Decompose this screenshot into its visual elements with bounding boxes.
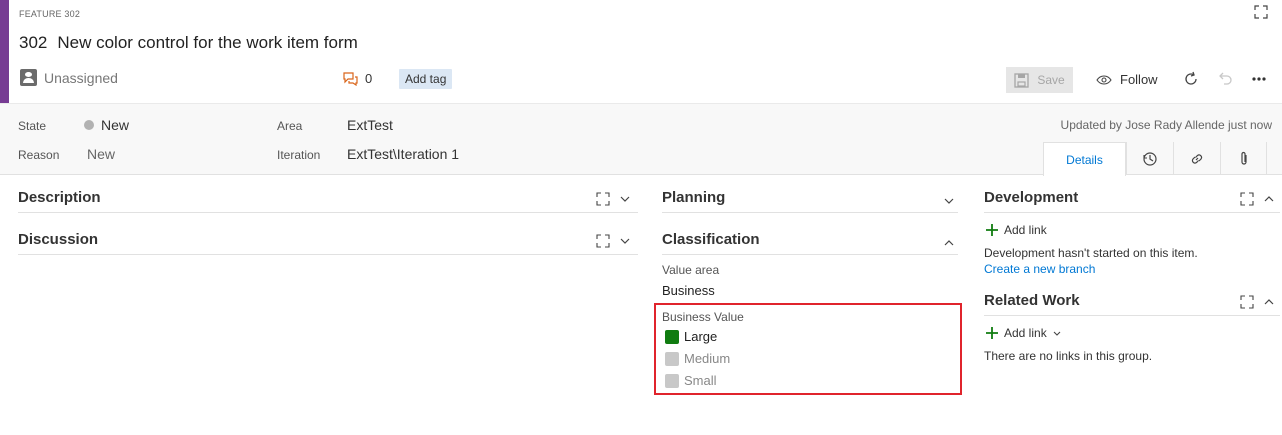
iteration-label: Iteration [277, 148, 321, 162]
related-work-section-controls [1240, 295, 1274, 309]
work-item-type-color-bar [0, 0, 9, 103]
related-work-empty-text: There are no links in this group. [984, 349, 1153, 363]
history-icon [1143, 151, 1157, 166]
plus-icon [986, 224, 998, 236]
state-value: New [101, 117, 130, 133]
comment-count-value: 0 [365, 71, 373, 86]
work-item-type-label: FEATURE 302 [19, 9, 81, 19]
color-swatch [665, 351, 679, 366]
work-item-tabs: Details [1043, 142, 1267, 176]
classification-divider [662, 254, 958, 255]
description-section-title[interactable]: Description [18, 189, 101, 206]
chevron-up-icon[interactable] [1264, 196, 1274, 202]
development-section-controls [1240, 192, 1274, 206]
related-work-divider [984, 315, 1280, 316]
discussion-divider [18, 254, 638, 255]
maximize-icon[interactable] [1240, 295, 1254, 309]
comments-count[interactable]: 0 [343, 71, 372, 86]
avatar-icon [20, 69, 37, 86]
work-item-header: FEATURE 302 302 New color control for the… [0, 0, 1282, 103]
tab-history[interactable] [1126, 142, 1173, 175]
classification-section-title[interactable]: Classification [662, 231, 760, 248]
area-field[interactable]: ExtTest [347, 117, 393, 133]
maximize-icon[interactable] [596, 234, 610, 248]
undo-icon[interactable] [1216, 70, 1234, 88]
state-dot-icon [84, 120, 94, 130]
follow-button[interactable]: Follow [1096, 72, 1158, 87]
save-label: Save [1037, 73, 1065, 87]
maximize-icon[interactable] [1240, 192, 1254, 206]
more-actions-icon[interactable] [1250, 70, 1268, 88]
iteration-field[interactable]: ExtTest\Iteration 1 [347, 146, 459, 162]
color-swatch [665, 329, 679, 344]
development-section-title[interactable]: Development [984, 189, 1078, 206]
chevron-down-icon[interactable] [620, 238, 630, 244]
work-item-title[interactable]: 302 New color control for the work item f… [19, 33, 358, 53]
reason-field[interactable]: New [87, 146, 115, 162]
save-icon [1014, 72, 1029, 88]
description-divider [18, 212, 638, 213]
area-label: Area [277, 119, 303, 133]
fullscreen-icon[interactable] [1253, 4, 1269, 20]
discussion-section-title[interactable]: Discussion [18, 231, 98, 248]
comment-icon [343, 71, 358, 86]
value-area-field[interactable]: Business [662, 283, 715, 298]
refresh-icon[interactable] [1182, 70, 1200, 88]
related-work-section-title[interactable]: Related Work [984, 292, 1080, 309]
link-icon [1191, 153, 1203, 164]
follow-label: Follow [1120, 72, 1158, 87]
tab-details[interactable]: Details [1043, 142, 1126, 176]
discussion-section-controls [596, 234, 630, 248]
tab-links[interactable] [1173, 142, 1220, 175]
create-branch-link[interactable]: Create a new branch [984, 262, 1095, 276]
planning-section-title[interactable]: Planning [662, 189, 725, 206]
development-divider [984, 212, 1280, 213]
business-value-option-small[interactable]: Small [665, 373, 717, 388]
development-add-link[interactable]: Add link [986, 223, 1047, 237]
work-item-title-text[interactable]: New color control for the work item form [57, 33, 357, 52]
business-value-option-large[interactable]: Large [665, 329, 717, 344]
add-link-label: Add link [1004, 223, 1047, 237]
add-tag-button[interactable]: Add tag [399, 69, 453, 89]
chevron-down-icon[interactable] [944, 198, 954, 204]
state-field[interactable]: New [84, 117, 129, 133]
save-button[interactable]: Save [1006, 67, 1073, 93]
business-value-label: Business Value [662, 310, 744, 324]
assigned-to-field[interactable]: Unassigned [20, 69, 118, 86]
plus-icon [986, 327, 998, 339]
chevron-up-icon[interactable] [944, 240, 954, 246]
chevron-down-icon[interactable] [620, 196, 630, 202]
option-label: Small [684, 373, 717, 388]
planning-divider [662, 212, 958, 213]
state-label: State [18, 119, 47, 133]
maximize-icon[interactable] [596, 192, 610, 206]
related-work-add-link[interactable]: Add link [986, 326, 1061, 340]
add-link-label: Add link [1004, 326, 1047, 340]
value-area-label: Value area [662, 263, 720, 277]
chevron-down-icon [1053, 331, 1061, 336]
option-label: Medium [684, 351, 731, 366]
attachment-icon [1240, 151, 1247, 165]
option-label: Large [684, 329, 718, 344]
updated-by-text[interactable]: Updated by Jose Rady Allende just now [1061, 118, 1272, 132]
tab-attachments[interactable] [1220, 142, 1267, 175]
assigned-to-value: Unassigned [44, 69, 118, 86]
business-value-option-medium[interactable]: Medium [665, 351, 730, 366]
development-empty-text: Development hasn't started on this item. [984, 246, 1198, 260]
reason-label: Reason [18, 148, 60, 162]
chevron-up-icon[interactable] [1264, 299, 1274, 305]
description-section-controls [596, 192, 630, 206]
eye-icon [1096, 74, 1112, 85]
work-item-id: 302 [19, 33, 48, 52]
color-swatch [665, 373, 679, 388]
